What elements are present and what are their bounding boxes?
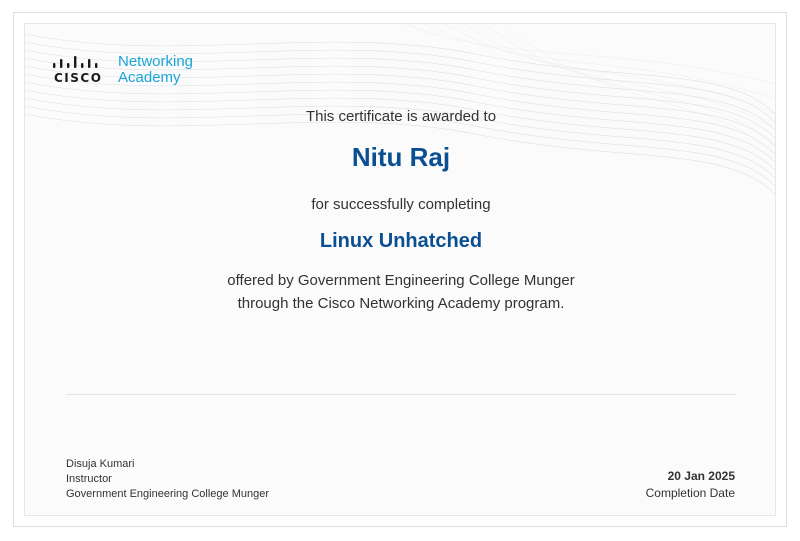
cisco-networking-academy-logo: CISCO Networking Academy <box>52 53 212 93</box>
certificate-body: CISCO Networking Academy This certificat… <box>24 23 776 516</box>
instructor-block: Disuja Kumari Instructor Government Engi… <box>66 457 269 502</box>
instructor-institution: Government Engineering College Munger <box>66 488 270 500</box>
completion-date-block: 20 Jan 2025 Completion Date <box>646 468 735 502</box>
completion-date: 20 Jan 2025 <box>667 469 735 483</box>
offered-by-text: offered by Government Engineering Colleg… <box>227 272 575 289</box>
instructor-role: Instructor <box>66 473 112 485</box>
cisco-wordmark: CISCO <box>54 71 103 85</box>
logo-networking-text: Networking <box>118 53 194 70</box>
completing-text: for successfully completing <box>311 196 491 213</box>
course-name: Linux Unhatched <box>319 230 483 252</box>
recipient-name: Nitu Raj <box>351 142 451 172</box>
signature-divider <box>66 394 736 395</box>
certificate-page: CISCO Networking Academy This certificat… <box>0 0 800 541</box>
background-wave-pattern <box>25 24 775 195</box>
program-text: through the Cisco Networking Academy pro… <box>237 295 565 312</box>
completion-date-label: Completion Date <box>645 486 735 500</box>
logo-academy-text: Academy <box>118 69 181 86</box>
cisco-bridge-icon <box>53 56 98 68</box>
awarded-text: This certificate is awarded to <box>305 108 497 125</box>
instructor-name: Disuja Kumari <box>66 458 135 470</box>
